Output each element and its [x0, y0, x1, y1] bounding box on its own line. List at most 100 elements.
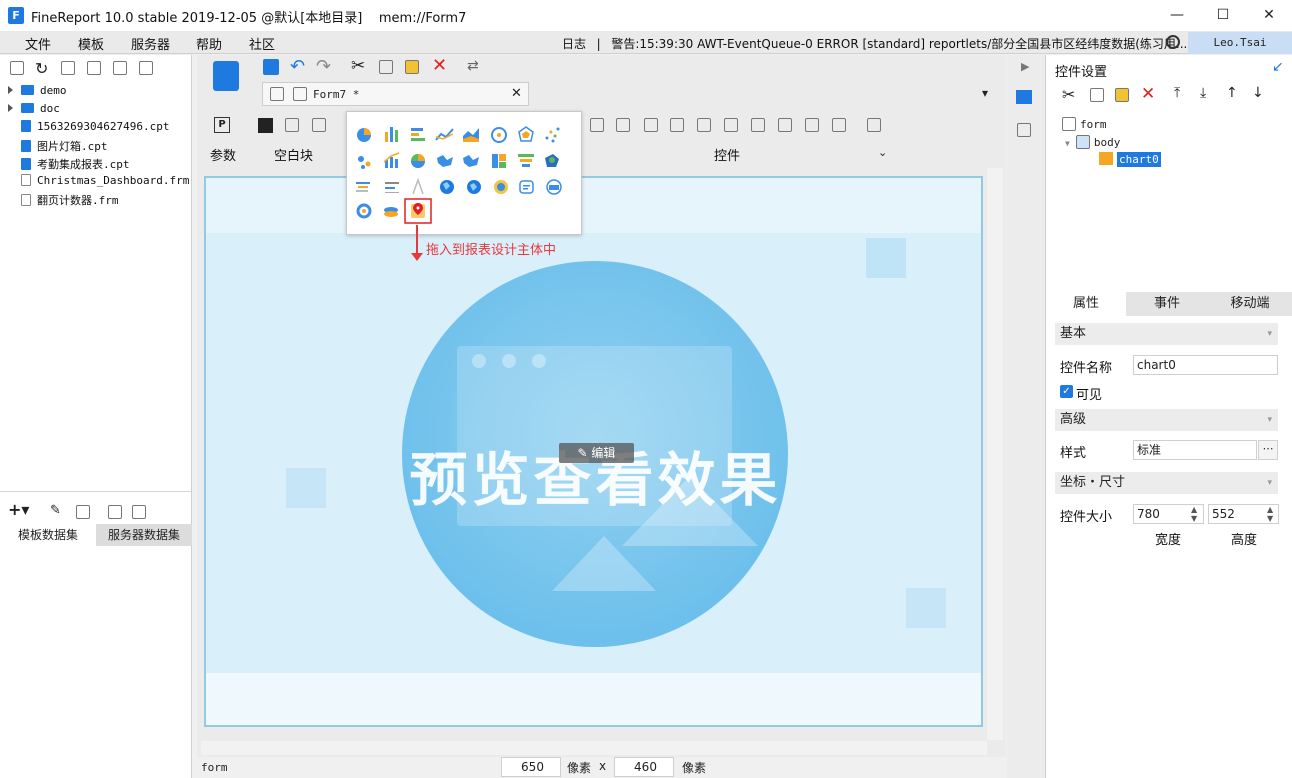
minimize-button[interactable]: — [1154, 0, 1200, 31]
widget-textarea-icon[interactable] [778, 118, 792, 132]
chart-combo-icon[interactable] [383, 152, 400, 168]
menu-community[interactable]: 社区 [249, 34, 275, 53]
add-dataset-icon[interactable]: +▾ [8, 500, 29, 519]
chart-liquid-icon[interactable] [546, 179, 562, 195]
chart-wordcloud-icon[interactable] [519, 180, 534, 194]
widget-calendar-icon[interactable] [724, 118, 738, 132]
widget-number-icon[interactable] [751, 118, 765, 132]
expand-icon[interactable] [8, 86, 13, 94]
copy-template-icon[interactable] [139, 61, 153, 75]
redo-icon[interactable]: ↷ [316, 56, 331, 77]
tree-item-file[interactable]: 翻页计数器.frm [8, 192, 119, 210]
widget-name-input[interactable]: chart0 [1133, 355, 1278, 375]
chart-map-icon[interactable] [437, 155, 453, 167]
widget-checkbox-icon[interactable] [832, 118, 846, 132]
paste-icon[interactable] [405, 60, 419, 74]
tree-node-form[interactable]: form [1062, 117, 1107, 131]
cut-icon[interactable]: ✂ [1062, 85, 1075, 104]
chart-hbar-icon[interactable] [411, 128, 425, 141]
log-bar[interactable]: 日志 | 警告:15:39:30 AWT-EventQueue-0 ERROR … [562, 35, 1187, 52]
chart-heatmap-icon[interactable] [545, 154, 559, 167]
layout-grid-icon[interactable] [312, 118, 326, 132]
menu-server[interactable]: 服务器 [131, 34, 170, 53]
widget-combobox-icon[interactable] [670, 118, 684, 132]
visible-checkbox[interactable]: ✓ [1060, 385, 1073, 398]
grid-icon[interactable] [270, 87, 284, 101]
open-template-icon[interactable] [61, 61, 75, 75]
preview-dataset-icon[interactable] [108, 505, 122, 519]
canvas-height-input[interactable]: 460 [614, 757, 674, 777]
horizontal-scrollbar[interactable] [201, 741, 987, 755]
section-advanced[interactable]: 高级 ▾ [1055, 409, 1278, 431]
search-icon[interactable] [1166, 35, 1180, 49]
edit-icon[interactable]: ✎ [50, 503, 61, 518]
layout-icon[interactable] [285, 118, 299, 132]
chevron-down-icon[interactable]: ⌄ [878, 146, 887, 159]
chart-globe2-icon[interactable] [467, 180, 481, 194]
blank-block-icon[interactable] [258, 118, 273, 133]
chart-pie-icon[interactable] [357, 128, 371, 142]
tab-template-dataset[interactable]: 模板数据集 [0, 524, 96, 546]
menu-file[interactable]: 文件 [25, 34, 51, 53]
copy-icon[interactable] [379, 60, 393, 74]
delete-dataset-icon[interactable] [76, 505, 90, 519]
cut-icon[interactable]: ✂ [351, 56, 365, 76]
chart-globe-icon[interactable] [440, 180, 454, 194]
chart-frame-icon[interactable] [412, 177, 424, 195]
dataset-setting-icon[interactable] [132, 505, 146, 519]
widget-textbox-icon[interactable] [590, 118, 604, 132]
tab-menu-icon[interactable]: ▾ [982, 86, 988, 100]
chart-map2-icon[interactable] [463, 155, 479, 167]
chart-bubble-icon[interactable] [358, 156, 371, 169]
tree-item-file[interactable]: 1563269304627496.cpt [8, 120, 169, 138]
collapse-icon[interactable]: ▶ [1021, 60, 1029, 73]
menu-help[interactable]: 帮助 [196, 34, 222, 53]
log-label[interactable]: 日志 [562, 37, 586, 51]
width-stepper[interactable]: ▲ ▼ [1191, 505, 1197, 523]
form-icon[interactable] [213, 61, 239, 91]
chart-scatter-icon[interactable] [545, 127, 560, 143]
tab-mobile[interactable]: 移动端 [1208, 292, 1292, 316]
chart-gauge-icon[interactable] [491, 127, 507, 143]
expand-icon[interactable] [8, 104, 13, 112]
chart-3d-icon[interactable] [384, 207, 398, 217]
tab-close-icon[interactable]: ✕ [511, 86, 522, 101]
settings-icon[interactable] [87, 61, 101, 75]
widget-button-icon[interactable] [644, 118, 658, 132]
widget-settings-icon[interactable] [1016, 90, 1032, 104]
move-top-icon[interactable]: ⤒ [1174, 85, 1180, 101]
param-icon[interactable]: P [214, 117, 230, 133]
chart-bar-icon[interactable] [385, 127, 398, 142]
chart-area-icon[interactable] [463, 128, 479, 142]
more-button[interactable]: ⋯ [1258, 440, 1278, 460]
move-bottom-icon[interactable]: ⤓ [1200, 85, 1206, 101]
menu-template[interactable]: 模板 [78, 34, 104, 53]
widget-radio-icon[interactable] [805, 118, 819, 132]
pin-icon[interactable]: ↙ [1272, 59, 1284, 75]
tree-item-demo[interactable]: demo [8, 84, 67, 102]
chart-donut-icon[interactable] [356, 203, 372, 219]
undo-icon[interactable]: ↶ [290, 56, 305, 77]
refresh-icon[interactable]: ↻ [35, 59, 48, 78]
user-badge[interactable]: Leo.Tsai [1188, 32, 1292, 54]
tree-item-doc[interactable]: doc [8, 102, 60, 120]
save-icon[interactable] [263, 59, 279, 75]
tree-item-file[interactable]: 考勤集成报表.cpt [8, 156, 130, 174]
tree-node-body[interactable]: ▼ body [1065, 135, 1120, 149]
editor-tab-title[interactable]: Form7 * [313, 88, 359, 101]
widget-date-icon[interactable] [697, 118, 711, 132]
tab-properties[interactable]: 属性 [1046, 292, 1126, 316]
tab-server-dataset[interactable]: 服务器数据集 [96, 524, 192, 546]
chart-line-icon[interactable] [435, 128, 454, 141]
widget-search-icon[interactable] [867, 118, 881, 132]
new-folder-icon[interactable] [10, 61, 24, 75]
canvas-width-input[interactable]: 650 [501, 757, 561, 777]
chart-structure-icon[interactable] [385, 182, 399, 193]
widget-label-icon[interactable] [616, 118, 630, 132]
chart-treemap-icon[interactable] [492, 154, 506, 168]
component-library-icon[interactable] [1017, 123, 1031, 137]
log-warning[interactable]: 警告:15:39:30 AWT-EventQueue-0 ERROR [stan… [611, 37, 1187, 51]
edit-button[interactable]: ✎ 编辑 [559, 443, 634, 463]
section-position[interactable]: 坐标・尺寸 ▾ [1055, 472, 1278, 494]
move-up-icon[interactable]: ↑ [1226, 85, 1238, 101]
